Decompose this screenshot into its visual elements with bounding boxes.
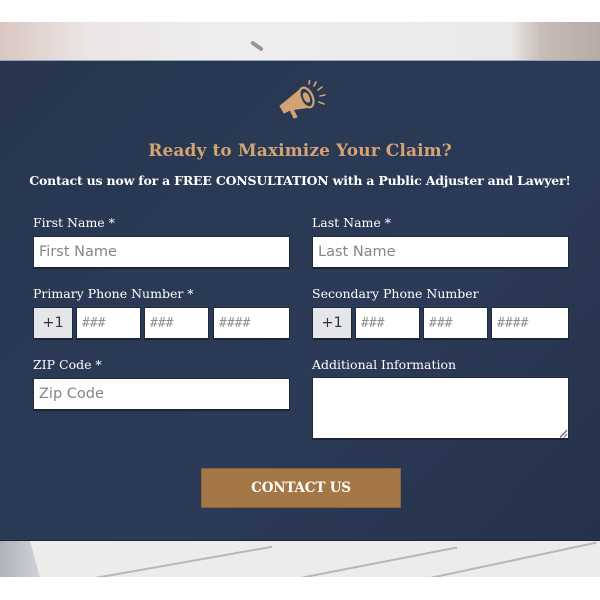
- last-name-input[interactable]: [312, 236, 569, 269]
- secondary-phone-label: Secondary Phone Number: [312, 286, 479, 301]
- background-image-top: [0, 22, 600, 60]
- zip-code-label: ZIP Code *: [33, 357, 102, 372]
- zip-code-input[interactable]: [33, 378, 290, 411]
- primary-phone-prefix-input[interactable]: [144, 307, 209, 340]
- background-image-bottom: [0, 541, 600, 577]
- textarea-resize-handle[interactable]: [560, 431, 567, 438]
- primary-phone-line-input[interactable]: [213, 307, 290, 340]
- first-name-input[interactable]: [33, 236, 290, 269]
- secondary-phone-country-code: +1: [312, 307, 352, 340]
- last-name-label: Last Name *: [312, 215, 392, 230]
- first-name-label: First Name *: [33, 215, 115, 230]
- contact-us-button[interactable]: CONTACT US: [201, 468, 401, 508]
- form-subheadline: Contact us now for a FREE CONSULTATION w…: [29, 173, 571, 188]
- primary-phone-country-code: +1: [33, 307, 73, 340]
- background-shade: [0, 541, 40, 577]
- background-line: [94, 545, 273, 577]
- background-line: [299, 546, 458, 577]
- secondary-phone-prefix-input[interactable]: [423, 307, 488, 340]
- secondary-phone-line-input[interactable]: [491, 307, 569, 340]
- primary-phone-area-code-input[interactable]: [76, 307, 141, 340]
- secondary-phone-area-code-input[interactable]: [355, 307, 420, 340]
- additional-info-textarea[interactable]: [312, 377, 569, 440]
- megaphone-icon: [279, 80, 326, 119]
- form-headline: Ready to Maximize Your Claim?: [148, 141, 452, 161]
- primary-phone-label: Primary Phone Number *: [33, 286, 194, 301]
- additional-info-label: Additional Information: [312, 357, 457, 372]
